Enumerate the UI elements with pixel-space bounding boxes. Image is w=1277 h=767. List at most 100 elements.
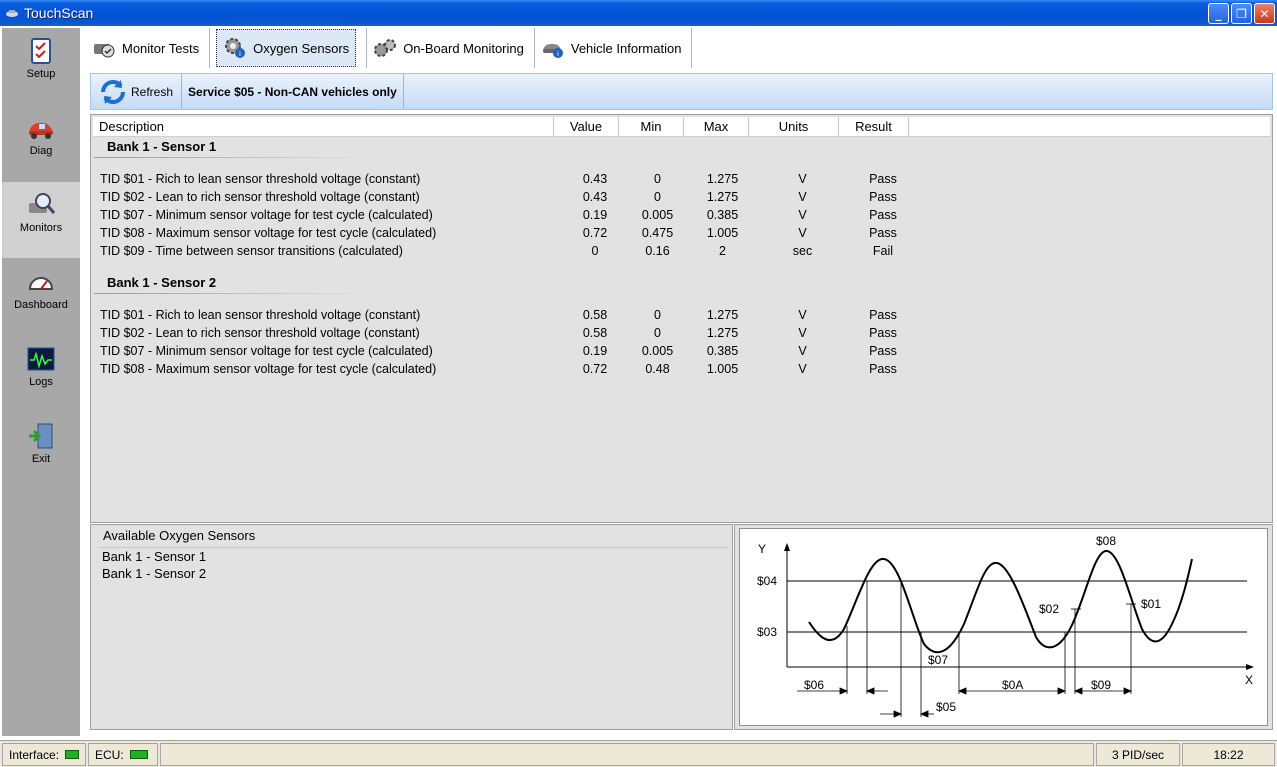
waveform-icon [27, 347, 55, 371]
ecu-led-icon [129, 750, 148, 759]
cell-units: V [798, 362, 807, 376]
sensors-panel-title: Available Oxygen Sensors [103, 528, 256, 543]
table-row[interactable]: TID $01 - Rich to lean sensor threshold … [100, 170, 1260, 188]
car-icon [29, 123, 53, 139]
cell-description: TID $01 - Rich to lean sensor threshold … [100, 172, 421, 186]
label-03: $03 [757, 625, 777, 639]
engine-check-icon [94, 44, 115, 58]
svg-text:i: i [239, 50, 241, 58]
cell-result: Pass [869, 326, 897, 340]
sidebar-item-label: Logs [29, 376, 53, 388]
table-header: Description Value Min Max Units Result [93, 117, 1270, 137]
table-row[interactable]: TID $09 - Time between sensor transition… [100, 242, 1260, 260]
column-header-units[interactable]: Units [749, 117, 839, 137]
sensor-list-item[interactable]: Bank 1 - Sensor 2 [102, 566, 206, 581]
restore-button[interactable]: ❐ [1231, 3, 1252, 24]
interface-status: Interface: [2, 743, 86, 766]
table-row[interactable]: TID $07 - Minimum sensor voltage for tes… [100, 342, 1260, 360]
cell-units: V [798, 326, 807, 340]
svg-text:i: i [557, 50, 559, 58]
table-row[interactable]: TID $02 - Lean to rich sensor threshold … [100, 324, 1260, 342]
table-row[interactable]: TID $08 - Maximum sensor voltage for tes… [100, 360, 1260, 378]
title-bar: TouchScan _ ❐ ✕ [0, 0, 1277, 26]
label-09: $09 [1091, 678, 1111, 692]
cell-result: Pass [869, 226, 897, 240]
window-controls: _ ❐ ✕ [1208, 3, 1275, 24]
cell-max: 0.385 [706, 344, 739, 358]
sidebar: Setup Diag Monitors Dashboard Logs Exit [2, 28, 80, 736]
dim-arrowhead [1073, 687, 1083, 695]
cell-min: 0 [654, 172, 661, 186]
tab-vehicle-information[interactable]: i Vehicle Information [535, 28, 693, 68]
ecu-status: ECU: [88, 743, 158, 766]
sidebar-item-setup[interactable]: Setup [2, 28, 80, 104]
cell-min: 0 [654, 190, 661, 204]
sidebar-item-logs[interactable]: Logs [2, 336, 80, 412]
sidebar-item-exit[interactable]: Exit [2, 413, 80, 489]
column-header-description[interactable]: Description [93, 117, 554, 137]
tab-monitor-tests[interactable]: Monitor Tests [86, 28, 211, 68]
dim-arrowhead [839, 687, 849, 695]
waveform-svg: Y X $04 $03 $08 $07 $02 $01 $06 $05 $0A … [757, 534, 1254, 718]
y-axis-label: Y [758, 542, 766, 556]
cell-min: 0.005 [641, 344, 674, 358]
close-button[interactable]: ✕ [1254, 3, 1275, 24]
group-divider [94, 157, 394, 158]
cell-result: Pass [869, 344, 897, 358]
label-02: $02 [1039, 602, 1059, 616]
label-0a: $0A [1002, 678, 1023, 692]
x-axis-arrow [1246, 664, 1254, 670]
gear-info-icon: i [225, 38, 246, 58]
cell-result: Pass [869, 308, 897, 322]
dim-arrowhead [919, 710, 929, 718]
label-04: $04 [757, 574, 777, 588]
tab-label: Oxygen Sensors [253, 40, 350, 56]
column-header-max[interactable]: Max [684, 117, 749, 137]
cell-min: 0 [654, 308, 661, 322]
checklist-icon [31, 38, 51, 64]
tab-label: On-Board Monitoring [403, 40, 524, 56]
dim-arrowhead [893, 710, 903, 718]
refresh-icon [101, 79, 125, 104]
column-header-min[interactable]: Min [619, 117, 684, 137]
tab-oxygen-sensors[interactable]: i Oxygen Sensors [210, 28, 368, 68]
app-icon [6, 10, 18, 17]
minimize-button[interactable]: _ [1208, 3, 1229, 24]
table-row[interactable]: TID $08 - Maximum sensor voltage for tes… [100, 224, 1260, 242]
cell-max: 1.275 [706, 190, 739, 204]
cell-result: Pass [869, 362, 897, 376]
tab-on-board-monitoring[interactable]: On-Board Monitoring [367, 28, 535, 68]
cell-min: 0.16 [645, 244, 670, 258]
column-header-result[interactable]: Result [839, 117, 909, 137]
magnifier-icon [29, 193, 56, 214]
car-info-icon: i [542, 44, 563, 58]
cell-description: TID $02 - Lean to rich sensor threshold … [100, 190, 420, 204]
cell-max: 1.005 [706, 226, 739, 240]
sidebar-item-dashboard[interactable]: Dashboard [2, 259, 80, 335]
label-01: $01 [1141, 597, 1161, 611]
cell-max: 1.275 [706, 326, 739, 340]
sidebar-item-monitors[interactable]: Monitors [2, 182, 80, 258]
tab-label: Vehicle Information [570, 40, 682, 56]
cell-units: V [798, 172, 807, 186]
refresh-button[interactable]: Refresh [91, 74, 183, 109]
group-title: Bank 1 - Sensor 1 [107, 139, 217, 154]
sidebar-item-diag[interactable]: Diag [2, 105, 80, 181]
sidebar-item-label: Monitors [19, 222, 63, 234]
cell-description: TID $07 - Minimum sensor voltage for tes… [100, 208, 433, 222]
cell-min: 0 [654, 326, 661, 340]
cell-result: Pass [869, 208, 897, 222]
table-row[interactable]: TID $01 - Rich to lean sensor threshold … [100, 306, 1260, 324]
toolbar: Refresh Service $05 - Non-CAN vehicles o… [90, 73, 1273, 110]
cell-description: TID $01 - Rich to lean sensor threshold … [100, 308, 421, 322]
y-axis-arrow [784, 543, 790, 551]
ecu-label: ECU: [95, 747, 124, 762]
table-row[interactable]: TID $02 - Lean to rich sensor threshold … [100, 188, 1260, 206]
cell-units: V [798, 190, 807, 204]
cell-units: V [798, 208, 807, 222]
window-title: TouchScan [24, 5, 94, 21]
cell-max: 1.275 [706, 172, 739, 186]
sensor-list-item[interactable]: Bank 1 - Sensor 1 [102, 549, 206, 564]
table-row[interactable]: TID $07 - Minimum sensor voltage for tes… [100, 206, 1260, 224]
column-header-value[interactable]: Value [554, 117, 619, 137]
